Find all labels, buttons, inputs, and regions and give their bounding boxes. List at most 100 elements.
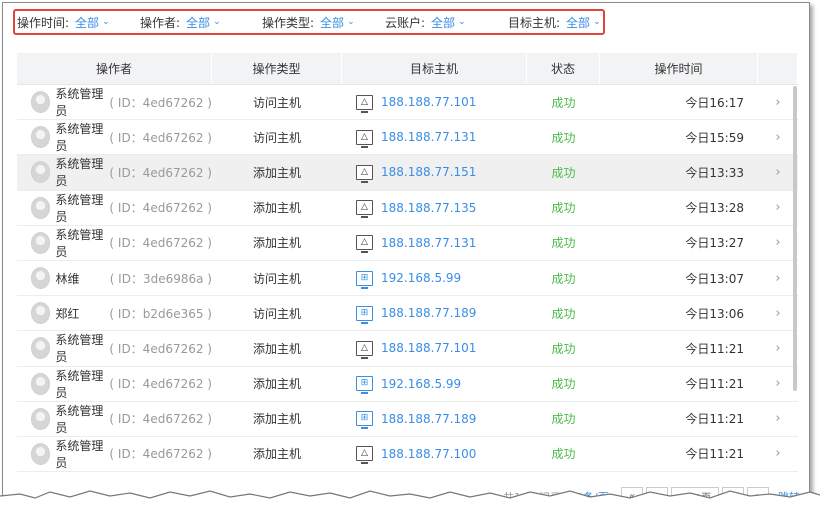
operation-type: 添加主机 [252,447,301,462]
status-text: 成功 [551,95,576,110]
linux-host-icon: △ [356,235,373,254]
column-header-operation-type: 操作类型 [212,53,342,84]
table-row[interactable]: 系统管理员 ( ID：4ed67262 ) 添加主机 △ 188.188.77.101 成… [17,331,798,367]
operation-type: 添加主机 [252,165,301,180]
filter-value[interactable]: 全部 [75,14,99,31]
operator-id: ( ID：4ed67262 ) [109,377,212,392]
avatar [31,231,51,254]
host-ip-link[interactable]: 192.168.5.99 [381,377,461,391]
chevron-right-icon[interactable]: › [758,261,798,295]
chevron-right-icon[interactable]: › [758,437,798,471]
chevron-right-icon[interactable]: › [758,296,798,330]
table-row[interactable]: 系统管理员 ( ID：4ed67262 ) 访问主机 △ 188.188.77.101 成… [17,85,798,121]
filter-value[interactable]: 全部 [320,14,344,31]
operation-type: 访问主机 [252,95,301,110]
table-header: 操作者 操作类型 目标主机 状态 操作时间 [17,53,798,85]
operator-id: ( ID：4ed67262 ) [109,412,212,427]
operator-name: 系统管理员 [55,368,104,400]
operator-name: 系统管理员 [55,403,104,435]
chevron-right-icon[interactable]: › [758,402,798,436]
host-ip-link[interactable]: 188.188.77.189 [381,306,476,320]
chevron-down-icon: ⌄ [458,17,466,27]
operation-time: 今日11:21 [685,412,744,427]
chevron-right-icon[interactable]: › [758,331,798,365]
operation-time: 今日13:28 [685,201,744,216]
filter-operation-time[interactable]: 操作时间: 全部 ⌄ [17,14,140,31]
chevron-right-icon[interactable]: › [758,226,798,260]
host-ip-link[interactable]: 188.188.77.189 [381,412,476,426]
column-header-operation-time: 操作时间 [600,53,758,84]
status-text: 成功 [551,130,576,145]
table-row[interactable]: 系统管理员 ( ID：4ed67262 ) 访问主机 △ 188.188.77.131 成… [17,120,798,156]
linux-host-icon: △ [356,200,373,219]
operator-name: 系统管理员 [55,87,104,119]
chevron-right-icon[interactable]: › [758,191,798,225]
table-body: 系统管理员 ( ID：4ed67262 ) 访问主机 △ 188.188.77.101 成… [17,85,798,473]
operator-cell: 系统管理员 ( ID：4ed67262 ) [17,367,212,401]
table-row[interactable]: 郑红 ( ID：b2d6e365 ) 访问主机 ⊞ 188.188.77.189 成功 今日… [17,296,798,332]
filter-label: 云账户: [385,15,426,30]
operator-name: 系统管理员 [55,192,104,224]
host-ip-link[interactable]: 188.188.77.135 [381,201,476,215]
column-header-target-host: 目标主机 [342,53,527,84]
table-row[interactable]: 系统管理员 ( ID：4ed67262 ) 添加主机 ⊞ 188.188.77.189 成… [17,402,798,437]
avatar [31,302,51,325]
operator-name: 林维 [55,271,80,286]
operator-cell: 林维 ( ID：3de6986a ) [17,261,212,295]
operator-id: ( ID：4ed67262 ) [109,95,212,110]
filter-value[interactable]: 全部 [186,14,210,31]
avatar [31,267,51,290]
table-row[interactable]: 系统管理员 ( ID：4ed67262 ) 添加主机 △ 188.188.77.151 成… [17,155,798,191]
operation-time: 今日15:59 [685,130,744,145]
filter-value[interactable]: 全部 [566,14,590,31]
avatar [31,337,51,360]
operation-time: 今日13:07 [685,271,744,286]
operator-name: 系统管理员 [55,227,104,259]
status-text: 成功 [551,271,576,286]
table-row[interactable]: 系统管理员 ( ID：4ed67262 ) 添加主机 △ 188.188.77.100 成… [17,437,798,473]
host-ip-link[interactable]: 188.188.77.101 [381,341,476,355]
avatar [31,372,51,395]
host-ip-link[interactable]: 188.188.77.131 [381,236,476,250]
operator-cell: 系统管理员 ( ID：4ed67262 ) [17,437,212,471]
target-host-cell: ⊞ 188.188.77.189 [342,402,527,436]
windows-host-icon: ⊞ [356,270,373,289]
filter-operator[interactable]: 操作者: 全部 ⌄ [140,14,262,31]
column-header-operator: 操作者 [17,53,212,84]
chevron-right-icon[interactable]: › [758,155,798,189]
operator-id: ( ID：4ed67262 ) [109,447,212,462]
table-row[interactable]: 系统管理员 ( ID：4ed67262 ) 添加主机 △ 188.188.77.131 成… [17,226,798,261]
linux-host-icon: △ [356,94,373,113]
operation-type: 添加主机 [252,412,301,427]
host-ip-link[interactable]: 188.188.77.131 [381,130,476,144]
host-ip-link[interactable]: 188.188.77.151 [381,165,476,179]
host-ip-link[interactable]: 192.168.5.99 [381,271,461,285]
host-ip-link[interactable]: 188.188.77.100 [381,447,476,461]
filter-cloud-account[interactable]: 云账户: 全部 ⌄ [385,14,508,31]
filter-value[interactable]: 全部 [431,14,455,31]
operator-name: 系统管理员 [55,438,104,470]
filter-target-host[interactable]: 目标主机: 全部 ⌄ [508,14,601,31]
status-text: 成功 [551,341,576,356]
chevron-right-icon[interactable]: › [758,367,798,401]
table-row[interactable]: 林维 ( ID：3de6986a ) 访问主机 ⊞ 192.168.5.99 成功 今日13… [17,261,798,297]
filter-label: 操作者: [140,15,181,30]
table-row[interactable]: 系统管理员 ( ID：4ed67262 ) 添加主机 △ 188.188.77.135 成… [17,191,798,226]
operator-id: ( ID：4ed67262 ) [109,236,212,251]
operation-type: 添加主机 [252,201,301,216]
target-host-cell: △ 188.188.77.151 [342,155,527,189]
status-text: 成功 [551,306,576,321]
status-text: 成功 [551,377,576,392]
filter-operation-type[interactable]: 操作类型: 全部 ⌄ [262,14,385,31]
operator-cell: 系统管理员 ( ID：4ed67262 ) [17,85,212,119]
host-ip-link[interactable]: 188.188.77.101 [381,95,476,109]
chevron-right-icon[interactable]: › [758,120,798,154]
operation-time: 今日13:33 [685,165,744,180]
target-host-cell: △ 188.188.77.101 [342,331,527,365]
table-scrollbar[interactable] [793,86,797,391]
operation-type: 访问主机 [252,271,301,286]
operator-cell: 系统管理员 ( ID：4ed67262 ) [17,226,212,260]
operator-cell: 系统管理员 ( ID：4ed67262 ) [17,120,212,154]
chevron-right-icon[interactable]: › [758,85,798,119]
table-row[interactable]: 系统管理员 ( ID：4ed67262 ) 添加主机 ⊞ 192.168.5.99 成功 今… [17,367,798,402]
